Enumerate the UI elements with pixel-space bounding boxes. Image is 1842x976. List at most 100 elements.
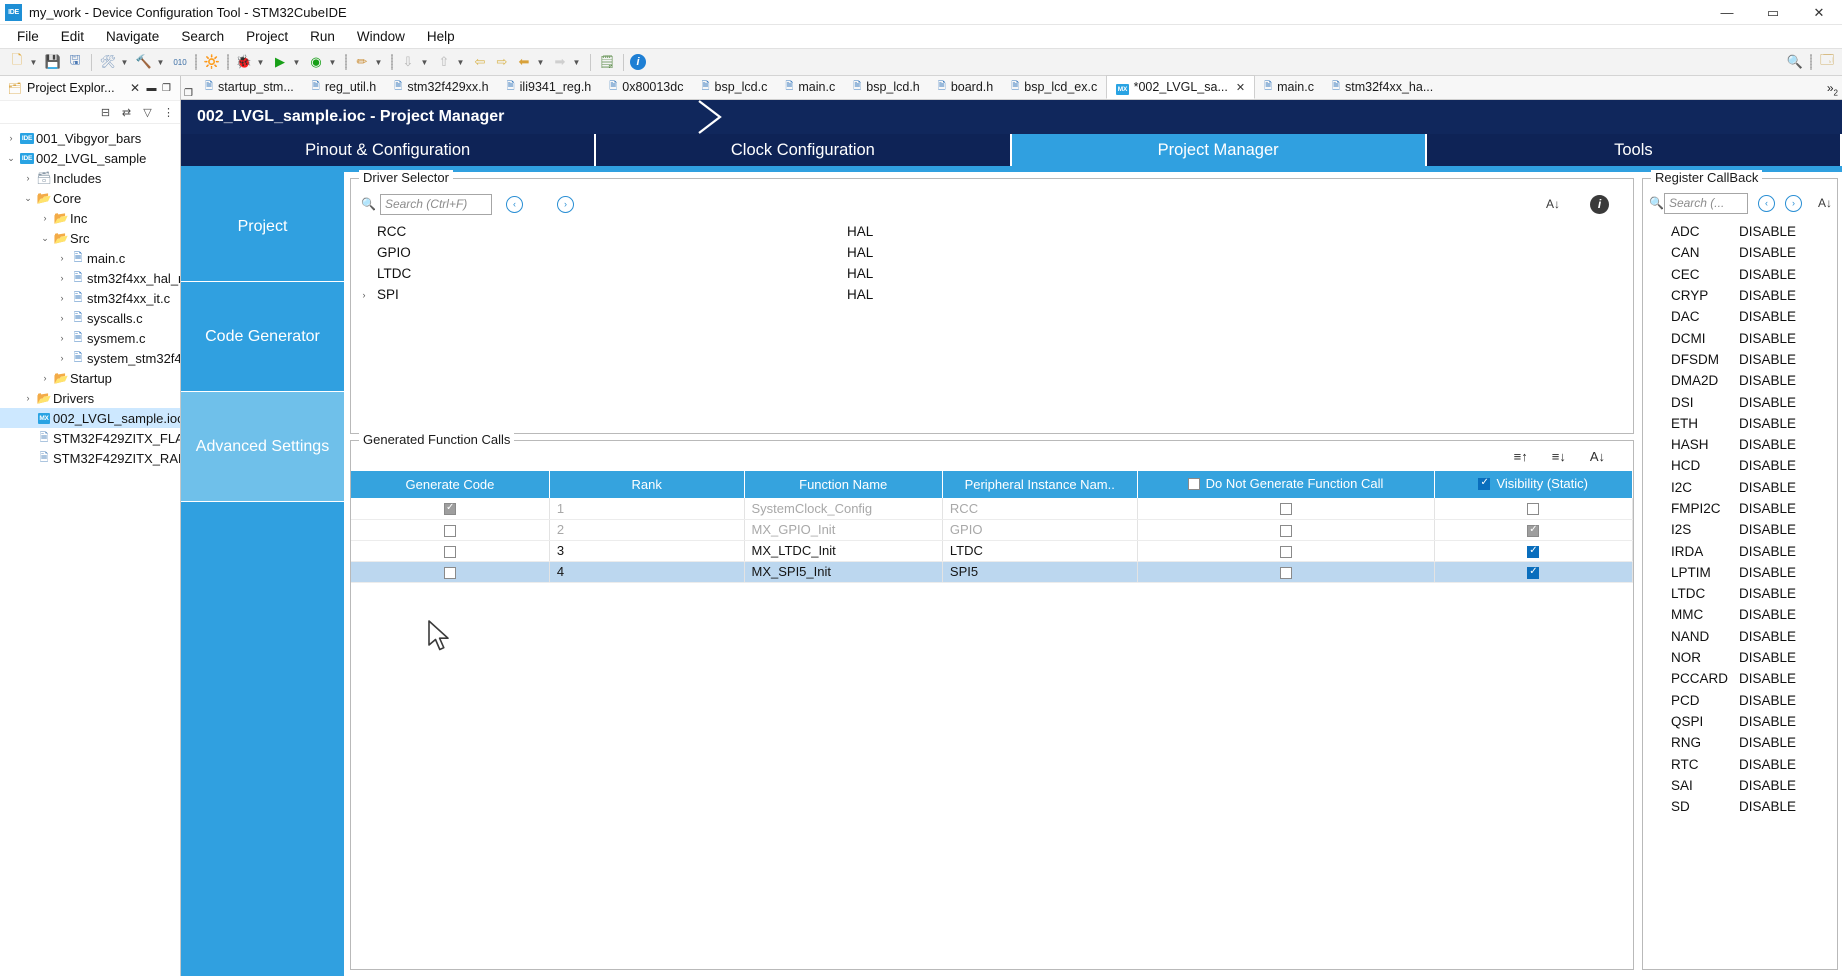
register-callback-row[interactable]: DAC DISABLE <box>1643 306 1837 327</box>
next-match-button[interactable]: › <box>1784 194 1802 212</box>
tab-overflow-indicator[interactable]: »2 <box>1827 81 1838 97</box>
tree-item[interactable]: › 🗎 main.c <box>0 248 180 268</box>
nav-item-code-generator[interactable]: Code Generator <box>181 282 344 392</box>
editor-tab[interactable]: 🗎 reg_util.h <box>303 75 385 99</box>
pencil-icon[interactable]: ✏ <box>352 52 372 72</box>
run-icon[interactable]: ▶ <box>270 52 290 72</box>
visibility-checkbox[interactable] <box>1527 503 1540 516</box>
tree-item[interactable]: › 🗎 stm32f4xx_hal_r <box>0 268 181 288</box>
register-callback-row[interactable]: IRDA DISABLE <box>1643 540 1837 561</box>
sort-alpha-icon[interactable]: A↓ <box>1818 196 1832 210</box>
register-callback-row[interactable]: SAI DISABLE <box>1643 775 1837 796</box>
table-row[interactable]: 4 MX_SPI5_Init SPI5 <box>351 561 1633 583</box>
editor-tab[interactable]: 🗎 bsp_lcd.h <box>844 75 929 99</box>
column-header[interactable]: Peripheral Instance Nam.. <box>942 471 1138 498</box>
cell-visibility[interactable] <box>1434 519 1633 541</box>
editor-tab[interactable]: 🗎 main.c <box>776 75 844 99</box>
tree-item[interactable]: › 📂 Startup <box>0 368 180 388</box>
column-header-checkbox[interactable] <box>1478 477 1491 490</box>
menu-item-window[interactable]: Window <box>346 27 416 46</box>
editor-tab[interactable]: 🗎 0x80013dc <box>600 75 692 99</box>
tree-twisty-icon[interactable]: › <box>55 253 69 263</box>
register-callback-row[interactable]: I2S DISABLE <box>1643 519 1837 540</box>
run-external-tool-icon[interactable]: ◉ <box>306 52 326 72</box>
register-callback-row[interactable]: LTDC DISABLE <box>1643 583 1837 604</box>
driver-row[interactable]: › SPI HAL <box>351 284 1633 305</box>
register-callback-row[interactable]: DFSDM DISABLE <box>1643 349 1837 370</box>
sort-alpha-icon[interactable]: A↓ <box>1546 197 1560 211</box>
debug-dropdown-icon[interactable]: ▼ <box>255 58 266 67</box>
tree-item[interactable]: › IDE 001_Vibgyor_bars <box>0 128 180 148</box>
register-callback-search-input[interactable]: Search (... <box>1663 192 1748 214</box>
new-file-icon[interactable]: 🗋 <box>7 52 27 72</box>
view-filter-icon[interactable]: ▽ <box>140 105 155 120</box>
driver-search-input[interactable]: Search (Ctrl+F) <box>379 193 492 215</box>
tree-twisty-icon[interactable]: › <box>21 173 35 183</box>
tree-twisty-icon[interactable]: ⌄ <box>21 193 35 204</box>
cell-generate-code[interactable] <box>351 561 550 583</box>
hammer-icon[interactable]: 🔨 <box>134 52 154 72</box>
register-callback-row[interactable]: CRYP DISABLE <box>1643 285 1837 306</box>
previous-annotation-dropdown-icon[interactable]: ▼ <box>455 58 466 67</box>
cubemx-tab-pinout-configuration[interactable]: Pinout & Configuration <box>181 134 597 166</box>
tree-twisty-icon[interactable]: › <box>55 333 69 343</box>
cell-visibility[interactable] <box>1434 561 1633 583</box>
register-callback-row[interactable]: DCMI DISABLE <box>1643 327 1837 348</box>
tree-item[interactable]: ⌄ 📂 Core <box>0 188 180 208</box>
register-callback-row[interactable]: HASH DISABLE <box>1643 434 1837 455</box>
editor-tab[interactable]: 🗎 startup_stm... <box>196 75 303 99</box>
register-callback-row[interactable]: QSPI DISABLE <box>1643 711 1837 732</box>
register-callback-row[interactable]: DMA2D DISABLE <box>1643 370 1837 391</box>
tree-item[interactable]: 🗎 STM32F429ZITX_FLAS <box>0 428 180 448</box>
editor-restore-icon[interactable]: ❐ <box>181 88 196 99</box>
column-header[interactable]: Function Name <box>744 471 943 498</box>
column-header-checkbox[interactable] <box>1187 477 1200 490</box>
run-dropdown-icon[interactable]: ▼ <box>291 58 302 67</box>
search-icon[interactable]: 🔍 <box>1785 52 1805 72</box>
editor-tab[interactable]: 🗎 bsp_lcd.c <box>692 75 776 99</box>
menu-item-run[interactable]: Run <box>299 27 346 46</box>
tree-item[interactable]: › 🗎 sysmem.c <box>0 328 180 348</box>
new-editor-icon[interactable]: 🗒 <box>597 52 617 72</box>
register-callback-row[interactable]: NAND DISABLE <box>1643 626 1837 647</box>
driver-row[interactable]: GPIO HAL <box>351 242 1633 263</box>
maximize-icon[interactable]: ❐ <box>159 83 174 94</box>
generate-code-checkbox[interactable] <box>443 502 456 516</box>
open-perspective-icon[interactable]: 🗔 <box>1817 52 1837 72</box>
column-header[interactable]: Visibility (Static) <box>1434 471 1633 498</box>
debug-icon[interactable]: 🐞 <box>234 52 254 72</box>
cell-do-not-generate[interactable] <box>1137 498 1435 520</box>
generate-code-checkbox[interactable] <box>443 524 456 537</box>
cell-generate-code[interactable] <box>351 519 550 541</box>
menu-item-search[interactable]: Search <box>170 27 235 46</box>
cell-generate-code[interactable] <box>351 540 550 562</box>
generate-code-checkbox[interactable] <box>443 566 456 579</box>
tree-twisty-icon[interactable]: › <box>38 213 52 223</box>
minimize-icon[interactable]: ▬ <box>144 83 159 94</box>
driver-row[interactable]: LTDC HAL <box>351 263 1633 284</box>
cell-generate-code[interactable] <box>351 498 550 520</box>
register-callback-row[interactable]: I2C DISABLE <box>1643 477 1837 498</box>
build-dropdown-icon[interactable]: ▼ <box>119 58 130 67</box>
menu-item-file[interactable]: File <box>6 27 50 46</box>
tree-item[interactable]: › 📂 Drivers <box>0 388 180 408</box>
tree-twisty-icon[interactable]: ⌄ <box>38 233 52 244</box>
next-annotation-dropdown-icon[interactable]: ▼ <box>419 58 430 67</box>
close-icon[interactable]: ✕ <box>1236 81 1245 94</box>
tree-twisty-icon[interactable]: › <box>55 353 69 363</box>
tree-item[interactable]: › 🗎 stm32f4xx_it.c <box>0 288 180 308</box>
cell-visibility[interactable] <box>1434 540 1633 562</box>
cubemx-tab-tools[interactable]: Tools <box>1426 134 1842 166</box>
editor-tab[interactable]: 🗎 bsp_lcd_ex.c <box>1002 75 1106 99</box>
register-callback-row[interactable]: CEC DISABLE <box>1643 264 1837 285</box>
pencil-dropdown-icon[interactable]: ▼ <box>373 58 384 67</box>
sort-alpha-icon[interactable]: A↓ <box>1590 449 1605 464</box>
run-external-tool-dropdown-icon[interactable]: ▼ <box>327 58 338 67</box>
driver-row[interactable]: RCC HAL <box>351 221 1633 242</box>
build-all-icon[interactable]: 🛠 <box>98 52 118 72</box>
editor-tab[interactable]: 🗎 ili9341_reg.h <box>498 75 601 99</box>
previous-match-button[interactable]: ‹ <box>505 195 523 213</box>
next-annotation-icon[interactable]: ⇩ <box>398 52 418 72</box>
register-callback-row[interactable]: LPTIM DISABLE <box>1643 562 1837 583</box>
driver-expand-icon[interactable]: › <box>351 290 377 300</box>
